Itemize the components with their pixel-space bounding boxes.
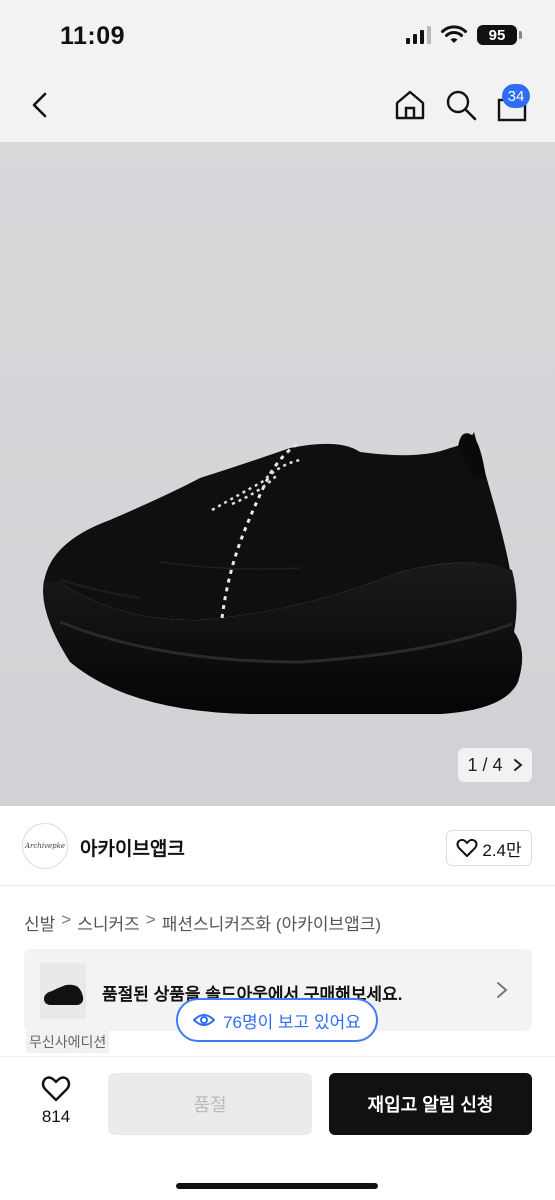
bottom-action-bar: 814 품절 재입고 알림 신청 [0, 1056, 555, 1200]
image-counter-text: 1 / 4 [467, 754, 503, 775]
home-indicator [176, 1183, 378, 1189]
brand-name[interactable]: 아카이브앱크 [80, 834, 185, 861]
heart-icon [41, 1076, 71, 1102]
restock-alert-button[interactable]: 재입고 알림 신청 [329, 1073, 532, 1135]
status-icons: 95 [406, 25, 522, 45]
wishlist-button[interactable]: 814 [26, 1075, 86, 1135]
home-icon[interactable] [393, 88, 427, 122]
chevron-right-icon [497, 982, 508, 998]
breadcrumb-separator-icon: > [145, 910, 156, 929]
status-time: 11:09 [60, 22, 126, 50]
viewers-text: 76명이 보고 있어요 [223, 1012, 361, 1032]
status-bar: 11:09 95 [0, 0, 555, 70]
cart-count-badge: 34 [502, 84, 530, 108]
brand-like-count: 2.4만 [482, 840, 522, 860]
cellular-signal-icon [406, 26, 431, 44]
breadcrumb-item-fashion-sneakers[interactable]: 패션스니커즈화 (아카이브앱크) [162, 910, 381, 935]
brand-logo-text: Archivepke [24, 842, 66, 850]
product-image[interactable]: 1 / 4 [0, 142, 555, 806]
heart-icon [456, 838, 478, 857]
soldout-button: 품절 [108, 1073, 312, 1135]
chevron-right-icon [513, 759, 523, 771]
wifi-icon [441, 25, 467, 43]
soldout-product-thumbnail [40, 963, 86, 1019]
breadcrumb: 신발 > 스니커즈 > 패션스니커즈화 (아카이브앱크) [24, 910, 381, 935]
viewers-pill: 76명이 보고 있어요 [176, 998, 378, 1042]
battery-icon: 95 [477, 25, 522, 45]
breadcrumb-item-sneakers[interactable]: 스니커즈 [77, 910, 140, 935]
back-icon[interactable] [26, 88, 56, 122]
eye-icon [193, 1014, 216, 1026]
wishlist-count: 814 [41, 1107, 71, 1126]
top-nav-bar: 34 [0, 70, 555, 142]
brand-like-button[interactable]: 2.4만 [446, 830, 532, 866]
partial-tag: 무신사에디션 [26, 1031, 110, 1053]
breadcrumb-item-shoes[interactable]: 신발 [24, 910, 55, 935]
breadcrumb-separator-icon: > [61, 910, 72, 929]
brand-logo[interactable]: Archivepke [22, 823, 68, 869]
image-counter[interactable]: 1 / 4 [458, 748, 532, 782]
search-icon[interactable] [444, 88, 478, 122]
brand-row[interactable]: Archivepke 아카이브앱크 2.4만 [0, 806, 555, 886]
sneaker-image [43, 432, 523, 714]
